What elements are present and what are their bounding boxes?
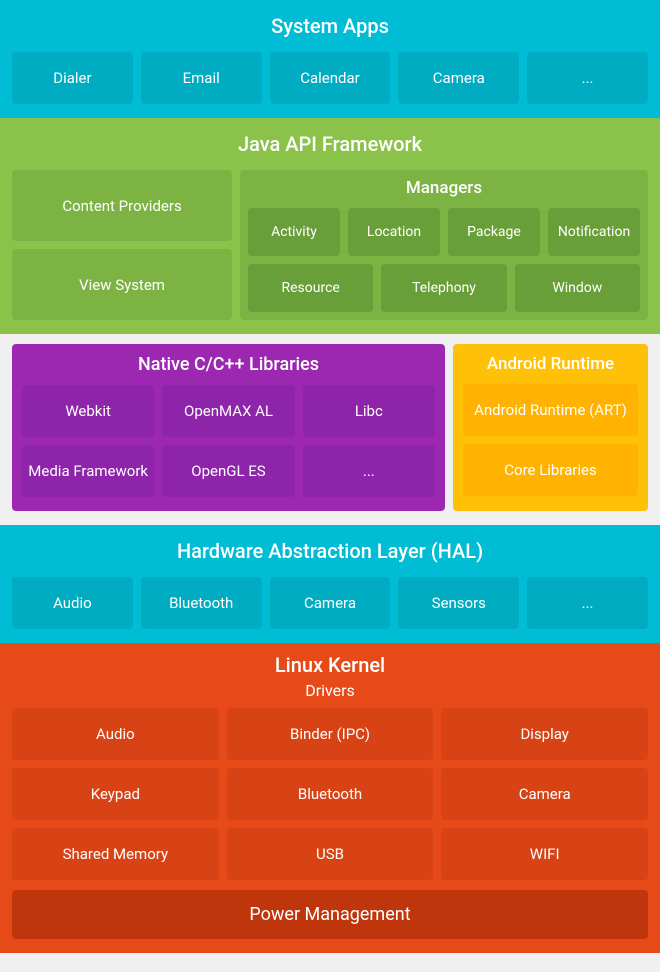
- drivers-title: Drivers: [305, 681, 355, 700]
- hal-grid: Audio Bluetooth Camera Sensors ...: [12, 577, 648, 629]
- list-item: Camera: [398, 52, 519, 104]
- list-item: Resource: [248, 264, 373, 312]
- native-grid: Webkit OpenMAX AL Libc Media Framework O…: [22, 385, 435, 497]
- list-item: Shared Memory: [12, 828, 219, 880]
- list-item: Activity: [248, 208, 340, 256]
- list-item: Audio: [12, 708, 219, 760]
- list-item: Android Runtime (ART): [463, 384, 638, 436]
- list-item: ...: [303, 445, 435, 497]
- list-item: View System: [12, 249, 232, 320]
- list-item: Keypad: [12, 768, 219, 820]
- java-api-title: Java API Framework: [12, 128, 648, 160]
- list-item: Package: [448, 208, 540, 256]
- java-api-inner: Content Providers View System Managers A…: [12, 170, 648, 320]
- list-item: Media Framework: [22, 445, 154, 497]
- native-layer: Native C/C++ Libraries Webkit OpenMAX AL…: [12, 344, 445, 511]
- linux-grid: Audio Binder (IPC) Display Keypad Blueto…: [12, 708, 648, 880]
- system-apps-title: System Apps: [12, 10, 648, 42]
- system-apps-grid: Dialer Email Calendar Camera ...: [12, 52, 648, 104]
- list-item: USB: [227, 828, 434, 880]
- linux-layer: Linux Kernel Drivers Audio Binder (IPC) …: [0, 643, 660, 953]
- list-item: Libc: [303, 385, 435, 437]
- list-item: Core Libraries: [463, 444, 638, 496]
- java-api-layer: Java API Framework Content Providers Vie…: [0, 118, 660, 334]
- list-item: Dialer: [12, 52, 133, 104]
- linux-row-3: Shared Memory USB WIFI: [12, 828, 648, 880]
- android-runtime-layer: Android Runtime Android Runtime (ART) Co…: [453, 344, 648, 511]
- manager-row-2: Resource Telephony Window: [248, 264, 640, 312]
- list-item: Display: [441, 708, 648, 760]
- list-item: OpenMAX AL: [162, 385, 294, 437]
- java-api-left: Content Providers View System: [12, 170, 232, 320]
- java-api-right: Managers Activity Location Package Notif…: [240, 170, 648, 320]
- list-item: ...: [527, 577, 648, 629]
- list-item: OpenGL ES: [162, 445, 294, 497]
- list-item: Content Providers: [12, 170, 232, 241]
- manager-row-1: Activity Location Package Notification: [248, 208, 640, 256]
- linux-row-2: Keypad Bluetooth Camera: [12, 768, 648, 820]
- android-runtime-title: Android Runtime: [487, 354, 614, 374]
- power-management: Power Management: [12, 890, 648, 939]
- list-item: WIFI: [441, 828, 648, 880]
- list-item: Webkit: [22, 385, 154, 437]
- linux-title: Linux Kernel: [275, 653, 385, 677]
- list-item: Bluetooth: [227, 768, 434, 820]
- system-apps-layer: System Apps Dialer Email Calendar Camera…: [0, 0, 660, 118]
- list-item: Binder (IPC): [227, 708, 434, 760]
- list-item: ...: [527, 52, 648, 104]
- native-title: Native C/C++ Libraries: [138, 354, 319, 375]
- runtime-grid: Android Runtime (ART) Core Libraries: [463, 384, 638, 496]
- list-item: Camera: [270, 577, 391, 629]
- list-item: Bluetooth: [141, 577, 262, 629]
- native-row-1: Webkit OpenMAX AL Libc: [22, 385, 435, 437]
- hal-title: Hardware Abstraction Layer (HAL): [12, 535, 648, 567]
- native-android-section: Native C/C++ Libraries Webkit OpenMAX AL…: [0, 334, 660, 525]
- list-item: Email: [141, 52, 262, 104]
- list-item: Sensors: [398, 577, 519, 629]
- list-item: Camera: [441, 768, 648, 820]
- native-row-2: Media Framework OpenGL ES ...: [22, 445, 435, 497]
- list-item: Calendar: [270, 52, 391, 104]
- hal-layer: Hardware Abstraction Layer (HAL) Audio B…: [0, 525, 660, 643]
- list-item: Notification: [548, 208, 640, 256]
- managers-title: Managers: [248, 178, 640, 198]
- list-item: Window: [515, 264, 640, 312]
- linux-row-1: Audio Binder (IPC) Display: [12, 708, 648, 760]
- list-item: Location: [348, 208, 440, 256]
- list-item: Telephony: [381, 264, 506, 312]
- list-item: Audio: [12, 577, 133, 629]
